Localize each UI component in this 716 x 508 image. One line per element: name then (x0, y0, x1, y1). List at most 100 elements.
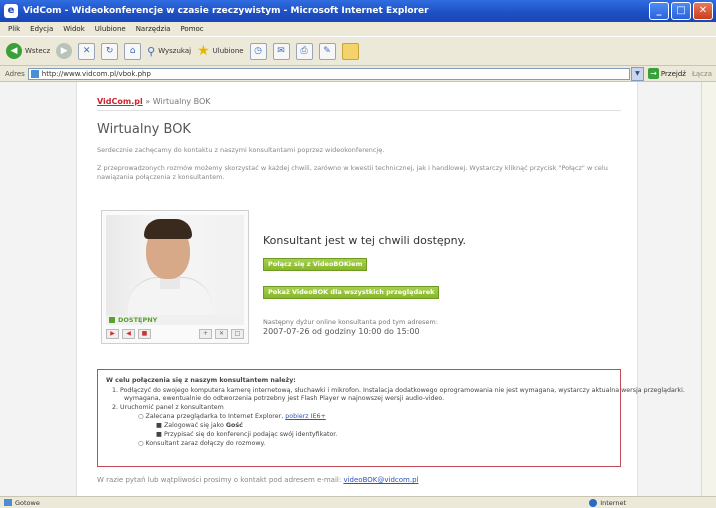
maximize-button[interactable]: □ (671, 2, 691, 20)
ie-logo-icon: e (4, 4, 18, 18)
bullet-circle-icon: ○ (138, 440, 146, 447)
window-controls: _ □ ✕ (649, 2, 713, 20)
sub-2-bold: Gość (225, 422, 243, 429)
search-label: Wyszukaj (158, 47, 192, 55)
instruction-sub-3: ■ Przypisać się do konferencji podając s… (156, 431, 337, 438)
page-title: Wirtualny BOK (97, 122, 191, 137)
sub-4-text: Konsultant zaraz dołączy do rozmowy. (145, 440, 266, 447)
window-title: VidCom - Wideokonferencje w czasie rzecz… (23, 6, 429, 16)
close-control-icon[interactable]: ✕ (215, 329, 228, 339)
favorites-label: Ulubione (212, 47, 244, 55)
sub-1-text: Zalecana przeglądarka to Internet Explor… (145, 413, 284, 420)
menu-plik[interactable]: Plik (8, 25, 20, 33)
connect-button[interactable]: Połącz się z VideoBOKiem (263, 258, 368, 271)
menu-widok[interactable]: Widok (63, 25, 85, 33)
forward-arrow-icon[interactable]: ▶ (56, 43, 73, 59)
go-button[interactable]: → Przejdź (647, 68, 686, 79)
consultant-photo (106, 215, 244, 315)
back-button[interactable]: ◀ Wstecz (6, 43, 50, 59)
instructions-box: W celu połączenia się z naszym konsultan… (97, 369, 685, 467)
status-left: Gotowe (0, 499, 589, 507)
minimize-button[interactable]: _ (649, 2, 669, 20)
back-label: Wstecz (25, 47, 51, 55)
breadcrumb: VidCom.pl » Wirtualny BOK (97, 97, 211, 106)
hours-label: Następny dyżur online konsultanta pod ty… (263, 318, 438, 326)
hours-info: Następny dyżur online konsultanta pod ty… (263, 318, 438, 336)
menu-narzedzia[interactable]: Narzędzia (136, 25, 171, 33)
footer-text: W razie pytań lub wątpliwości prosimy o … (97, 476, 342, 484)
print-icon[interactable]: ⎙ (295, 42, 313, 60)
instruction-step-2: 2. Uruchomić panel z konsultantem (112, 404, 224, 411)
window-title-bar: e VidCom - Wideokonferencje w czasie rze… (0, 0, 716, 22)
consultant-headline: Konsultant jest w tej chwili dostępny. (263, 234, 467, 247)
instruction-step-1b: wymagana, ewentualnie do odtworzenia pot… (124, 395, 445, 402)
instructions-title: W celu połączenia się z naszym konsultan… (106, 377, 296, 384)
history-icon[interactable]: ◷ (249, 42, 267, 60)
search-button[interactable]: ⚲ Wyszukaj (147, 45, 191, 58)
instruction-sub-4: ○ Konsultant zaraz dołączy do rozmowy. (138, 440, 265, 447)
sub-3-text: Przypisać się do konferencji podając swó… (163, 431, 338, 438)
status-bar: Gotowe Internet (0, 496, 716, 508)
status-dot-icon (109, 317, 115, 323)
window-control-icon[interactable]: □ (231, 329, 244, 339)
links-label[interactable]: Łącza (692, 70, 712, 78)
browser-toolbar: ◀ Wstecz ▶ ✕ ↻ ⌂ ⚲ Wyszukaj ★ Ulubione ◷… (0, 36, 716, 66)
stop-icon[interactable]: ✕ (78, 42, 96, 60)
breadcrumb-separator: » (145, 97, 151, 106)
hours-value: 2007-07-26 od godziny 10:00 do 15:00 (263, 327, 420, 336)
close-button[interactable]: ✕ (693, 2, 713, 20)
all-browsers-button[interactable]: Pokaż VideoBOK dla wszystkich przeglądar… (263, 286, 440, 299)
browser-viewport: VidCom.pl » Wirtualny BOK Wirtualny BOK … (0, 82, 716, 496)
divider (97, 110, 621, 111)
contact-email-link[interactable]: videoBOK@vidcom.pl (343, 476, 418, 484)
instruction-step-1: 1. Podłączyć do swojego komputera kamerę… (112, 387, 685, 394)
back-arrow-icon: ◀ (6, 43, 22, 59)
web-page: VidCom.pl » Wirtualny BOK Wirtualny BOK … (76, 82, 685, 496)
menu-pomoc[interactable]: Pomoc (180, 25, 203, 33)
status-zone: Internet (589, 498, 716, 507)
address-bar: Adres http://www.vidcom.pl/vbok.php ▼ → … (0, 66, 716, 82)
folder-icon[interactable] (341, 42, 359, 60)
status-text: Gotowe (15, 498, 40, 507)
photo-hair (144, 219, 192, 239)
page-done-icon (4, 499, 12, 506)
video-control-icon[interactable]: ▶ (106, 329, 119, 339)
breadcrumb-logo[interactable]: VidCom.pl (97, 97, 143, 106)
consultant-card: DOSTĘPNY ▶ ◀ ■ + ✕ □ (101, 210, 249, 344)
sub-2-text: Zalogować się jako (163, 422, 224, 429)
download-ie-link[interactable]: pobierz IE6+ (285, 413, 325, 420)
menu-edycja[interactable]: Edycja (30, 25, 53, 33)
vertical-scrollbar[interactable] (701, 82, 716, 496)
internet-zone-icon (589, 498, 598, 507)
address-input[interactable]: http://www.vidcom.pl/vbok.php (27, 67, 630, 80)
page-icon (30, 69, 39, 78)
stop-control-icon[interactable]: ■ (138, 329, 151, 339)
address-url: http://www.vidcom.pl/vbok.php (41, 69, 151, 78)
menu-bar: Plik Edycja Widok Ulubione Narzędzia Pom… (0, 22, 716, 36)
bullet-square-icon: ■ (156, 422, 164, 429)
favorites-button[interactable]: ★ Ulubione (197, 44, 243, 58)
address-label: Adres (5, 69, 25, 78)
home-icon[interactable]: ⌂ (124, 42, 142, 60)
intro-text: Serdecznie zachęcamy do kontaktu z naszy… (97, 146, 385, 154)
address-dropdown-icon[interactable]: ▼ (630, 66, 644, 81)
instruction-sub-2: ■ Zalogować się jako Gość (156, 422, 243, 429)
breadcrumb-current: Wirtualny BOK (152, 97, 211, 106)
zoom-control-icon[interactable]: + (199, 329, 212, 339)
media-controls: ▶ ◀ ■ + ✕ □ (106, 329, 244, 339)
go-label: Przejdź (660, 69, 686, 78)
zone-text: Internet (600, 498, 626, 507)
status-badge: DOSTĘPNY (106, 315, 244, 325)
mail-icon[interactable]: ✉ (272, 42, 290, 60)
status-badge-label: DOSTĘPNY (118, 316, 158, 324)
note-text: Z przeprowadzonych rozmów możemy skorzys… (97, 164, 608, 181)
instruction-sub-1: ○ Zalecana przeglądarka to Internet Expl… (138, 413, 326, 420)
audio-control-icon[interactable]: ◀ (122, 329, 135, 339)
search-icon: ⚲ (147, 44, 156, 58)
edit-icon[interactable]: ✎ (318, 42, 336, 60)
go-arrow-icon: → (647, 68, 659, 79)
refresh-icon[interactable]: ↻ (101, 42, 119, 60)
menu-ulubione[interactable]: Ulubione (95, 25, 126, 33)
bullet-square-icon: ■ (156, 431, 164, 438)
bullet-circle-icon: ○ (138, 413, 146, 420)
